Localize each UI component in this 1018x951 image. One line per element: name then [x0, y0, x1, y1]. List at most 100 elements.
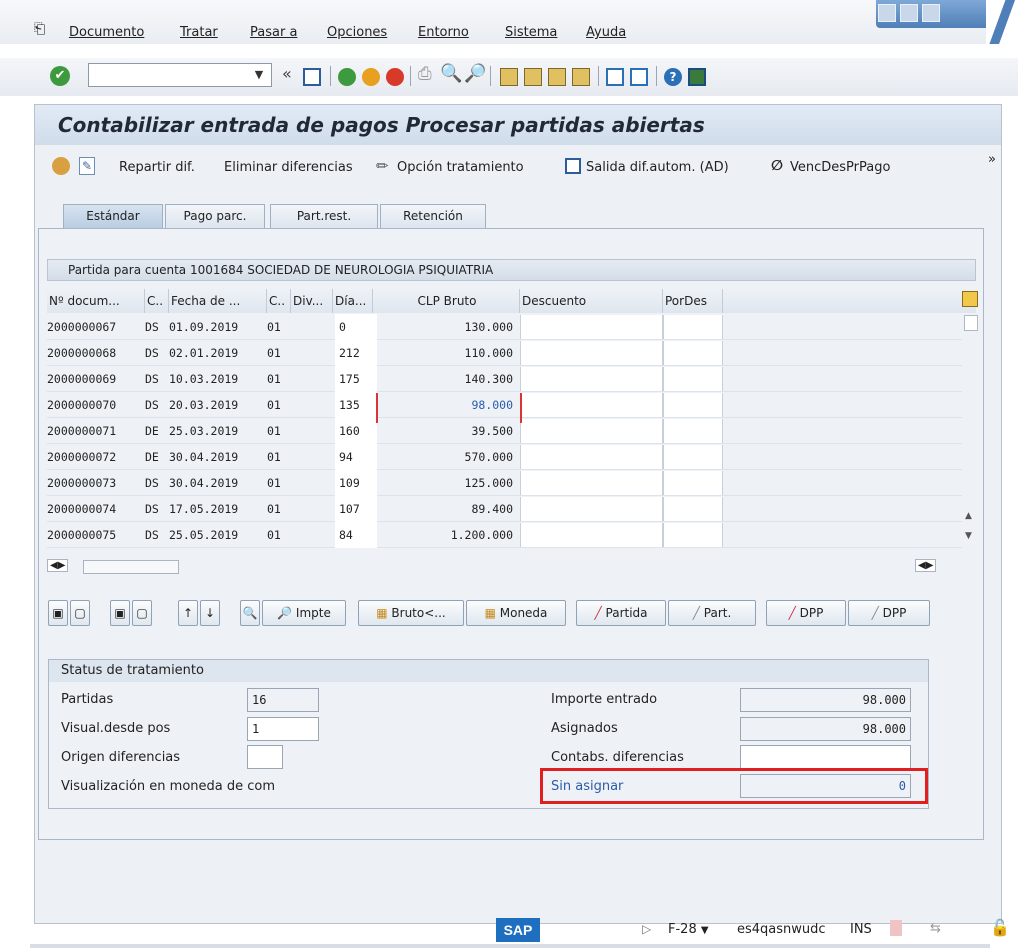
people-icon[interactable]	[52, 157, 70, 175]
chevron-down-icon[interactable]: ▼	[247, 64, 271, 86]
visual-desde-pos-field[interactable]: 1	[247, 717, 319, 741]
shortcut-icon[interactable]	[630, 68, 648, 86]
maximize-icon[interactable]	[900, 4, 918, 22]
command-field[interactable]	[88, 63, 272, 87]
col-header-div[interactable]: Div...	[291, 289, 333, 313]
next-page-icon[interactable]	[548, 68, 566, 86]
col-header-fecha[interactable]: Fecha de ...	[169, 289, 267, 313]
discount-input[interactable]	[520, 471, 663, 495]
tab-retencion[interactable]: Retención	[380, 204, 486, 228]
select-all-button[interactable]: ▣	[48, 600, 68, 626]
discount-percent-input[interactable]	[663, 471, 723, 495]
find-icon[interactable]: 🔍	[440, 63, 462, 84]
discount-input[interactable]	[520, 445, 663, 469]
discount-input[interactable]	[520, 393, 663, 417]
discount-input[interactable]	[520, 315, 663, 339]
col-header-c[interactable]: C..	[267, 289, 291, 313]
create-session-icon[interactable]	[606, 68, 624, 86]
discount-input[interactable]	[520, 523, 663, 547]
scroll-down-icon[interactable]: ▼	[965, 531, 972, 541]
back-icon[interactable]	[338, 68, 356, 86]
tab-pago-parc[interactable]: Pago parc.	[165, 204, 265, 228]
layout-icon[interactable]: ⇆	[930, 921, 941, 936]
close-icon[interactable]	[922, 4, 940, 22]
menu-opciones[interactable]: Opciones	[327, 25, 387, 40]
help-icon[interactable]: ?	[664, 68, 682, 86]
dpp-button-1[interactable]: ╱ DPP	[766, 600, 846, 626]
discount-input[interactable]	[520, 419, 663, 443]
table-row[interactable]: 2000000075 DS 25.05.2019 01 84 1.200.000	[47, 522, 962, 548]
salida-dif-autom-button[interactable]: Salida dif.autom. (AD)	[586, 160, 729, 175]
discount-percent-input[interactable]	[663, 341, 723, 365]
menu-documento[interactable]: Documento	[69, 25, 144, 40]
contabs-diferencias-field[interactable]	[740, 745, 911, 769]
sort-asc-button[interactable]: ↑	[178, 600, 198, 626]
col-header-bruto[interactable]: CLP Bruto	[373, 289, 520, 313]
discount-percent-input[interactable]	[663, 445, 723, 469]
col-header-dia[interactable]: Día...	[333, 289, 373, 313]
vertical-scrollbar[interactable]: ▲ ▼	[962, 313, 978, 557]
last-page-icon[interactable]	[572, 68, 590, 86]
print-icon[interactable]: ⎙	[418, 64, 432, 84]
table-row[interactable]: 2000000067 DS 01.09.2019 01 0 130.000	[47, 314, 962, 340]
edit-icon[interactable]: ✎	[79, 157, 95, 175]
part-button[interactable]: ╱ Part.	[668, 600, 756, 626]
menu-icon[interactable]: ⎗	[34, 22, 50, 36]
table-row[interactable]: 2000000071 DE 25.03.2019 01 160 39.500	[47, 418, 962, 444]
exit-icon[interactable]	[362, 68, 380, 86]
menu-entorno[interactable]: Entorno	[418, 25, 469, 40]
vencdesprpago-button[interactable]: VencDesPrPago	[790, 160, 890, 175]
transaction-code[interactable]: F-28 ▼	[668, 922, 709, 937]
menu-ayuda[interactable]: Ayuda	[586, 25, 626, 40]
save-icon[interactable]	[303, 68, 321, 86]
horizontal-scrollbar[interactable]: ◀▶ ◀▶	[47, 558, 962, 576]
scroll-right-icon[interactable]: ◀▶	[915, 559, 937, 572]
menu-sistema[interactable]: Sistema	[505, 25, 557, 40]
hscroll-thumb[interactable]	[83, 560, 179, 574]
lock-icon[interactable]: 🔓	[990, 918, 1010, 937]
tab-estandar[interactable]: Estándar	[63, 204, 163, 228]
discount-percent-input[interactable]	[663, 419, 723, 443]
table-settings-icon[interactable]	[962, 291, 978, 307]
back-arrows-icon[interactable]: «	[282, 64, 292, 83]
discount-input[interactable]	[520, 341, 663, 365]
more-actions-icon[interactable]: »	[988, 152, 996, 167]
col-header-pordes[interactable]: PorDes	[663, 289, 723, 313]
discount-input[interactable]	[520, 497, 663, 521]
minimize-icon[interactable]	[878, 4, 896, 22]
cancel-icon[interactable]	[386, 68, 404, 86]
table-row[interactable]: 2000000068 DS 02.01.2019 01 212 110.000	[47, 340, 962, 366]
table-row[interactable]: 2000000073 DS 30.04.2019 01 109 125.000	[47, 470, 962, 496]
table-row[interactable]: 2000000070 DS 20.03.2019 01 135 98.000	[47, 392, 962, 418]
play-icon[interactable]: ▷	[642, 922, 651, 936]
moneda-button[interactable]: ▦ Moneda	[466, 600, 566, 626]
impte-button[interactable]: 🔎 Impte	[262, 600, 346, 626]
discount-percent-input[interactable]	[663, 497, 723, 521]
col-header-clase[interactable]: C..	[145, 289, 169, 313]
chevron-down-icon[interactable]: ▼	[701, 925, 709, 936]
enter-icon[interactable]: ✔	[50, 66, 70, 86]
deselect-block-button[interactable]: ▢	[132, 600, 152, 626]
deselect-all-button[interactable]: ▢	[70, 600, 90, 626]
discount-percent-input[interactable]	[663, 393, 723, 417]
dpp-button-2[interactable]: ╱ DPP	[848, 600, 930, 626]
scroll-left-icon[interactable]: ◀▶	[47, 559, 69, 572]
discount-percent-input[interactable]	[663, 367, 723, 391]
table-row[interactable]: 2000000069 DS 10.03.2019 01 175 140.300	[47, 366, 962, 392]
origen-diferencias-field[interactable]	[247, 745, 283, 769]
tab-part-rest[interactable]: Part.rest.	[270, 204, 378, 228]
find-button[interactable]: 🔍	[240, 600, 260, 626]
eliminar-diferencias-button[interactable]: Eliminar diferencias	[224, 160, 353, 175]
menu-tratar[interactable]: Tratar	[180, 25, 218, 40]
col-header-descuento[interactable]: Descuento	[520, 289, 663, 313]
menu-pasar-a[interactable]: Pasar a	[250, 25, 297, 40]
table-row[interactable]: 2000000072 DE 30.04.2019 01 94 570.000	[47, 444, 962, 470]
opcion-tratamiento-button[interactable]: Opción tratamiento	[397, 160, 524, 175]
discount-input[interactable]	[520, 367, 663, 391]
partida-button[interactable]: ╱ Partida	[576, 600, 666, 626]
discount-percent-input[interactable]	[663, 523, 723, 547]
first-page-icon[interactable]	[500, 68, 518, 86]
table-row[interactable]: 2000000074 DS 17.05.2019 01 107 89.400	[47, 496, 962, 522]
select-block-button[interactable]: ▣	[110, 600, 130, 626]
scroll-up-icon[interactable]: ▲	[965, 511, 972, 521]
